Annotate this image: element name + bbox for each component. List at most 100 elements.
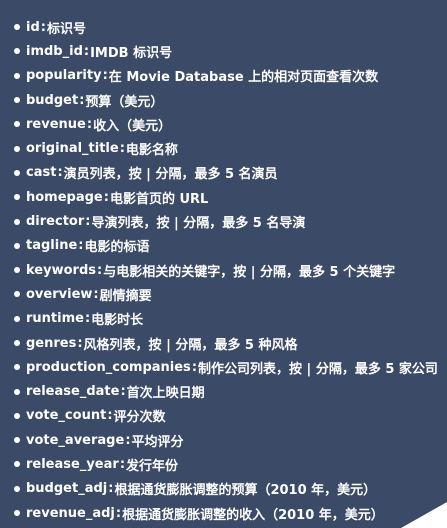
field-separator: : [108,481,114,497]
field-description: 在 Movie Database 上的相对页面查看次数 [108,70,379,86]
field-name: production_companies [26,359,191,375]
field-name: original_title [26,141,119,157]
field-item-runtime: runtime : 电影时长 [14,307,444,331]
field-description: 电影的标语 [84,240,150,256]
field-description: 电影名称 [125,143,178,159]
bullet-icon [14,145,20,152]
field-separator: : [119,141,125,157]
bullet-icon [14,388,20,395]
field-description: 平均评分 [131,434,184,450]
field-separator: : [57,165,63,181]
field-item-budget-adj: budget_adj : 根据通货膨胀调整的预算（2010 年，美元） [14,477,444,501]
field-item-release-year: release_year : 发行年份 [14,452,444,476]
field-description: 评分次数 [113,410,166,426]
field-description: 根据通货膨胀调整的收入（2010 年，美元） [122,507,384,523]
field-name: vote_count [26,408,107,424]
bullet-icon [14,485,20,492]
bullet-icon [14,510,20,517]
field-item-vote-average: vote_average : 平均评分 [14,428,444,452]
field-description: 与电影相关的关键字，按 | 分隔，最多 5 个关键字 [103,264,396,280]
field-name: keywords [26,262,96,278]
field-item-id: id : 标识号 [14,15,444,39]
field-separator: : [77,335,83,351]
page-corner-fold [401,502,447,528]
field-item-director: director : 导演列表，按 | 分隔，最多 5 名导演 [14,209,444,233]
field-description: 收入（美元） [93,118,172,134]
field-description: 电影首页的 URL [109,191,209,207]
bullet-icon [14,194,20,201]
field-item-revenue-adj: revenue_adj : 根据通货膨胀调整的收入（2010 年，美元） [14,501,444,525]
bullet-icon [14,24,20,31]
bullet-icon [14,242,20,249]
field-description: 风格列表，按 | 分隔，最多 5 种风格 [83,337,298,353]
field-description: 根据通货膨胀调整的预算（2010 年，美元） [114,483,377,499]
field-name: cast [26,165,57,181]
field-separator: : [125,432,131,448]
field-item-production-companies: production_companies : 制作公司列表，按 | 分隔，最多 … [14,355,444,379]
field-name: vote_average [26,432,125,448]
field-name: popularity [26,68,102,84]
field-item-homepage: homepage : 电影首页的 URL [14,185,444,209]
field-item-keywords: keywords : 与电影相关的关键字，按 | 分隔，最多 5 个关键字 [14,258,444,282]
field-separator: : [78,238,84,254]
field-item-revenue: revenue : 收入（美元） [14,112,444,136]
field-separator: : [86,116,93,132]
field-description: 剧情摘要 [99,288,152,304]
field-description: 预算（美元） [85,94,164,110]
field-description: 制作公司列表，按 | 分隔，最多 5 家公司 [198,361,438,377]
field-item-tagline: tagline : 电影的标语 [14,234,444,258]
bullet-icon [14,461,20,468]
field-separator: : [84,311,91,327]
field-separator: : [107,408,113,424]
field-name: imdb_id [26,43,83,59]
field-name: release_date [26,384,120,400]
bullet-icon [14,291,20,298]
field-separator: : [119,456,126,472]
field-name: id [26,19,40,35]
bullet-icon [14,97,20,104]
bullet-icon [14,340,20,346]
field-item-popularity: popularity : 在 Movie Database 上的相对页面查看次数 [14,64,444,88]
field-description: 首次上映日期 [126,386,205,402]
field-item-imdb-id: imdb_id : IMDB 标识号 [14,39,444,63]
field-name: runtime [26,311,84,327]
field-separator: : [191,359,198,375]
field-item-genres: genres : 风格列表，按 | 分隔，最多 5 种风格 [14,331,444,355]
field-name: tagline [26,238,78,254]
bullet-icon [14,72,20,79]
field-description: 标识号 [46,21,86,37]
field-item-release-date: release_date : 首次上映日期 [14,379,444,403]
field-name: homepage [26,189,103,205]
field-description: 演员列表，按 | 分隔，最多 5 名演员 [63,167,278,183]
bullet-icon [14,364,20,371]
field-description: 导演列表，按 | 分隔，最多 5 名导演 [91,216,306,232]
field-description: IMDB 标识号 [90,45,173,61]
field-name: overview [26,286,93,302]
field-name: director [26,214,85,230]
field-separator: : [93,286,99,302]
field-item-overview: overview : 剧情摘要 [14,282,444,306]
bullet-icon [14,169,20,176]
field-separator: : [40,19,46,35]
field-separator: : [96,262,103,278]
bullet-icon [14,48,20,55]
field-separator: : [83,43,90,59]
field-separator: : [103,189,109,205]
field-item-budget: budget : 预算（美元） [14,88,444,112]
field-separator: : [120,384,126,400]
field-name: budget_adj [26,481,108,497]
field-item-original-title: original_title : 电影名称 [14,136,444,160]
field-separator: : [85,214,91,230]
bullet-icon [14,412,20,419]
field-name: release_year [26,456,119,472]
bullet-icon [14,315,20,322]
field-separator: : [115,505,122,521]
field-name: revenue [26,116,86,132]
field-item-vote-count: vote_count : 评分次数 [14,404,444,428]
field-description: 电影时长 [91,313,144,329]
bullet-icon [14,437,20,444]
field-name: genres [26,335,77,351]
bullet-icon [14,121,20,128]
field-separator: : [102,68,108,84]
field-name: budget [26,92,79,108]
